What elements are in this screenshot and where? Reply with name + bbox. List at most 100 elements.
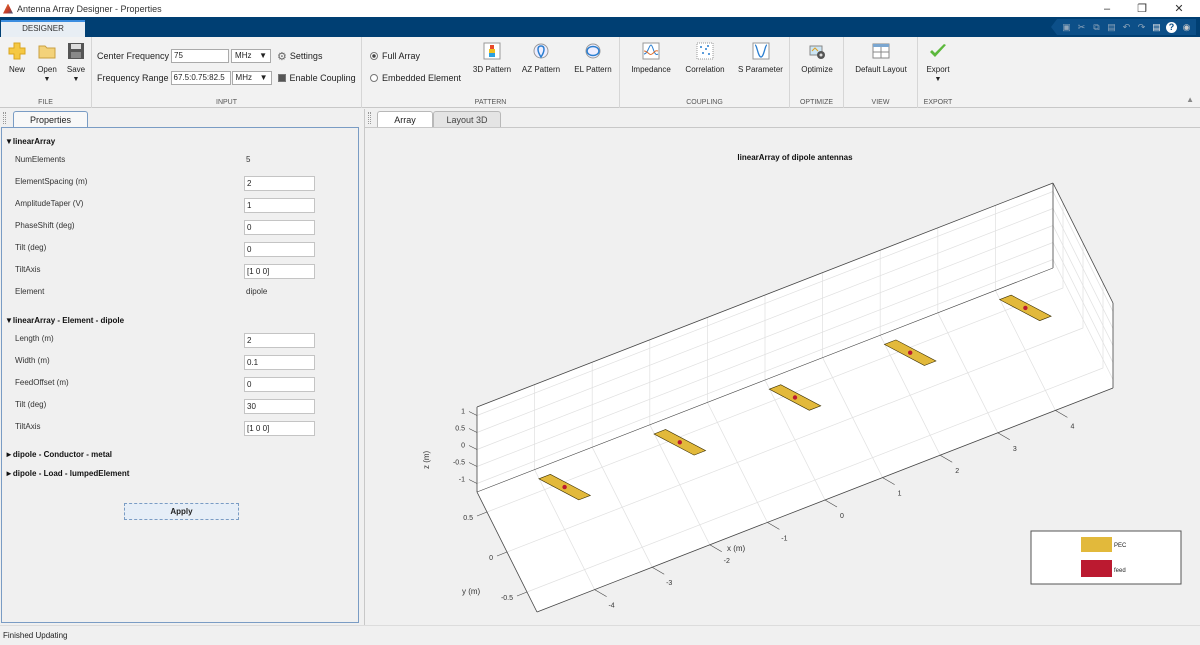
amplitude-taper-input[interactable]: 1 (244, 198, 315, 213)
z-tick-label: 0 (461, 443, 465, 450)
gear-icon[interactable]: ⚙ (277, 50, 287, 63)
section-header-element-dipole[interactable]: ▼linearArray - Element - dipole (5, 316, 124, 325)
center-frequency-unit-select[interactable]: MHz ▼ (231, 49, 272, 63)
element-spacing-input[interactable]: 2 (244, 176, 315, 191)
optimize-group: Optimize OPTIMIZE (790, 37, 844, 108)
width-input[interactable]: 0.1 (244, 355, 315, 370)
legend-swatch-feed (1081, 560, 1112, 577)
legend-label-pec: PEC (1114, 543, 1127, 549)
paste-icon[interactable]: ▤ (1106, 22, 1117, 33)
feed-offset-input[interactable]: 0 (244, 377, 315, 392)
undo-icon[interactable]: ↶ (1121, 22, 1132, 33)
frequency-range-input[interactable]: 67.5:0.75:82.5 (170, 71, 231, 85)
save-icon[interactable]: ▣ (1061, 22, 1072, 33)
section-title: linearArray (12, 137, 56, 146)
impedance-button[interactable]: Impedance (625, 42, 677, 74)
section-header-linear-array[interactable]: ▼linearArray (5, 137, 55, 146)
close-button[interactable]: ✕ (1164, 0, 1194, 17)
enable-coupling-checkbox[interactable] (277, 74, 286, 82)
panel-grip[interactable] (3, 112, 6, 124)
embedded-element-label: Embedded Element (382, 73, 462, 83)
full-array-label: Full Array (382, 51, 421, 61)
window-title: Antenna Array Designer - Properties (17, 3, 162, 14)
x-tick-label: -3 (666, 580, 672, 587)
enable-coupling-label[interactable]: Enable Coupling (290, 73, 356, 83)
x-tick (1055, 410, 1068, 418)
open-button[interactable]: Open ▼ (33, 42, 61, 83)
chevron-down-icon[interactable]: ▼ (920, 76, 956, 83)
chevron-down-icon[interactable]: ▼ (63, 76, 89, 83)
tab-layout-3d[interactable]: Layout 3D (433, 111, 501, 128)
array-3d-plot[interactable]: -4 -3 -2 -1 0 1 2 3 4 1 0.5 0 -0.5 -1 0.5 0 -0.5 linearA… (365, 127, 1200, 625)
array-tilt-axis-input[interactable]: [1 0 0] (244, 264, 315, 279)
x-tick (652, 566, 665, 575)
layout-icon (872, 43, 890, 59)
plot-title: linearArray of dipole antennas (737, 153, 853, 162)
center-frequency-input[interactable]: 75 (171, 49, 230, 63)
settings-button[interactable]: Settings (290, 51, 323, 61)
chevron-down-icon[interactable]: ▼ (33, 76, 61, 83)
az-pattern-icon (533, 43, 549, 59)
copy-icon[interactable]: ⧉ (1091, 22, 1102, 33)
frequency-range-unit-select[interactable]: MHz ▼ (231, 71, 272, 85)
file-group-label: FILE (38, 99, 53, 106)
apply-button[interactable]: Apply (124, 503, 239, 520)
tab-array[interactable]: Array (377, 111, 433, 128)
phase-shift-input[interactable]: 0 (244, 220, 315, 235)
az-pattern-button[interactable]: AZ Pattern (518, 42, 564, 74)
prop-label-phase-shift: PhaseShift (deg) (15, 221, 75, 230)
element-tilt-input[interactable]: 30 (244, 399, 315, 414)
new-button[interactable]: New (4, 42, 30, 74)
open-label: Open (37, 65, 57, 74)
legend: PEC feed (1030, 530, 1182, 585)
export-button[interactable]: Export ▼ (920, 42, 956, 83)
optimize-group-label: OPTIMIZE (799, 99, 834, 106)
export-group-label: EXPORT (923, 99, 953, 106)
restore-button[interactable]: ❐ (1127, 0, 1157, 17)
save-icon (68, 43, 84, 59)
redo-icon[interactable]: ↷ (1136, 22, 1147, 33)
cut-icon[interactable]: ✂ (1076, 22, 1087, 33)
prop-label-element-spacing: ElementSpacing (m) (15, 177, 88, 186)
chevron-down-icon: ▼ (259, 51, 268, 60)
radio-icon (370, 74, 378, 82)
s-parameter-button[interactable]: S Parameter (733, 42, 788, 74)
feed-point (1023, 305, 1028, 311)
y-tick-label: 0.5 (463, 515, 473, 522)
section-header-conductor[interactable]: ►dipole - Conductor - metal (5, 450, 112, 459)
collapse-icon[interactable]: ◉ (1181, 22, 1192, 33)
3d-pattern-button[interactable]: 3D Pattern (468, 42, 516, 74)
tab-designer[interactable]: DESIGNER (1, 20, 85, 37)
help-icon[interactable]: ? (1166, 21, 1177, 33)
element-tilt-axis-input[interactable]: [1 0 0] (244, 421, 315, 436)
title-bar: Antenna Array Designer - Properties – ❐ … (0, 0, 1200, 17)
x-tick-label: 1 (898, 491, 902, 498)
length-input[interactable]: 2 (244, 333, 315, 348)
z-tick (468, 445, 478, 450)
layout-icon[interactable]: ▤ (1151, 22, 1162, 33)
3d-pattern-icon (483, 42, 501, 60)
feed-point (562, 484, 567, 490)
export-group: Export ▼ EXPORT (918, 37, 958, 108)
optimize-button[interactable]: Optimize (794, 42, 840, 74)
el-pattern-button[interactable]: EL Pattern (570, 42, 616, 74)
default-layout-button[interactable]: Default Layout (848, 42, 914, 74)
prop-label-array-tilt-axis: TiltAxis (15, 265, 41, 274)
full-array-radio[interactable]: Full Array (370, 51, 420, 61)
properties-body: ▼linearArray NumElements 5 ElementSpacin… (1, 127, 359, 623)
y-axis-label: y (m) (462, 587, 481, 596)
view-group-label: VIEW (871, 99, 890, 106)
axes: -4 -3 -2 -1 0 1 2 3 4 1 0.5 0 -0.5 -1 0.5 0 -0.5 (453, 182, 1114, 613)
collapse-ribbon-icon[interactable]: ▲ (1186, 95, 1194, 104)
embedded-element-radio[interactable]: Embedded Element (370, 73, 461, 83)
prop-label-element: Element (15, 287, 45, 296)
z-tick-label: 0.5 (455, 426, 465, 433)
feed-point (677, 440, 682, 445)
save-button[interactable]: Save ▼ (63, 42, 89, 83)
correlation-button[interactable]: Correlation (679, 42, 731, 74)
minimize-button[interactable]: – (1092, 0, 1122, 17)
tab-properties[interactable]: Properties (13, 111, 88, 128)
panel-grip[interactable] (368, 112, 371, 124)
section-header-load[interactable]: ►dipole - Load - lumpedElement (5, 469, 129, 478)
array-tilt-input[interactable]: 0 (244, 242, 315, 257)
